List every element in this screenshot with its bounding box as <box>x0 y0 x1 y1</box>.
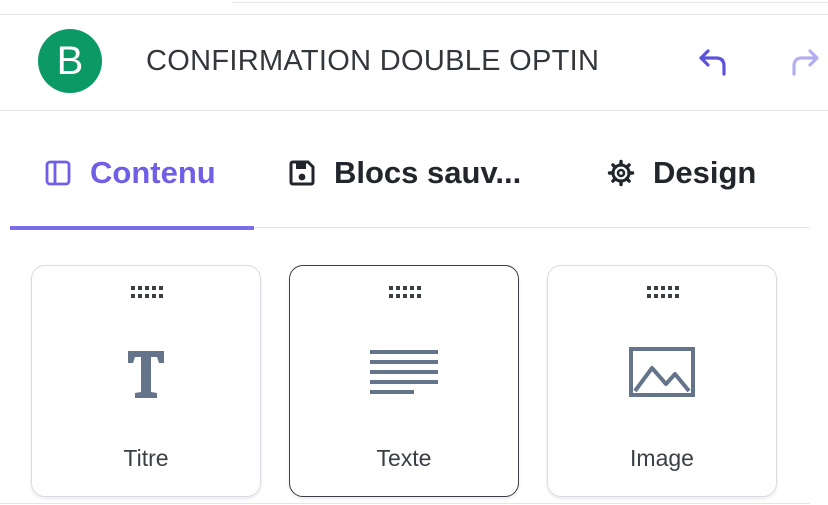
gear-icon <box>607 159 635 187</box>
title-t-icon <box>128 351 164 398</box>
redo-button[interactable] <box>786 45 822 79</box>
drag-handle-icon[interactable] <box>645 283 679 301</box>
tab-blocs-sauvegardes[interactable]: Blocs sauv... <box>288 153 521 193</box>
drag-handle-icon[interactable] <box>129 283 163 301</box>
columns-icon <box>44 159 72 187</box>
redo-icon <box>792 49 819 76</box>
brand-logo[interactable]: B <box>38 29 102 93</box>
tab-design[interactable]: Design <box>607 153 756 193</box>
block-card-titre[interactable]: Titre <box>31 265 261 497</box>
tab-contenu-label: Contenu <box>90 155 216 190</box>
text-lines-icon <box>370 350 438 394</box>
block-label: Titre <box>123 445 169 471</box>
campaign-title[interactable]: CONFIRMATION DOUBLE OPTIN <box>146 45 599 78</box>
active-tab-indicator <box>10 226 254 230</box>
image-icon <box>629 347 695 397</box>
bottom-divider <box>0 503 810 504</box>
block-label: Image <box>630 445 694 471</box>
block-label: Texte <box>376 445 432 471</box>
tab-contenu[interactable]: Contenu <box>44 153 216 193</box>
top-divider <box>232 2 828 3</box>
brand-logo-letter: B <box>56 38 84 83</box>
undo-icon <box>699 49 726 76</box>
block-card-texte[interactable]: Texte <box>289 265 519 497</box>
tabs-divider <box>254 227 809 228</box>
tab-bar: Contenu Blocs sauv... Design <box>0 111 828 229</box>
block-card-image[interactable]: Image <box>547 265 777 497</box>
undo-button[interactable] <box>696 45 732 79</box>
tab-blocs-label: Blocs sauv... <box>334 155 522 190</box>
drag-handle-icon[interactable] <box>387 283 421 301</box>
editor-header: B CONFIRMATION DOUBLE OPTIN <box>0 14 828 111</box>
floppy-disk-icon <box>288 159 316 187</box>
tab-design-label: Design <box>653 155 757 190</box>
